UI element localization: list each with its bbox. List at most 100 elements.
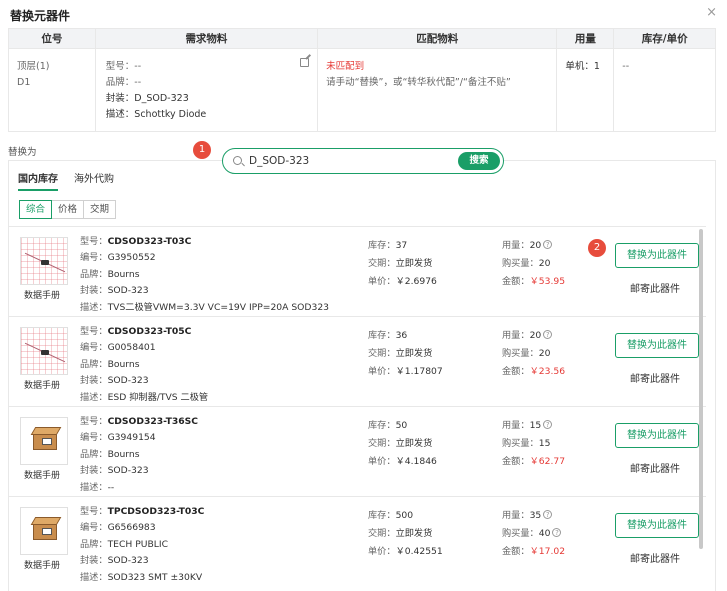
product-brand: 品牌：Bourns: [80, 358, 140, 370]
product-qty-info: 用量：20? 购买量：20 金额：￥23.56: [502, 327, 565, 381]
tab-domestic-stock[interactable]: 国内库存: [18, 170, 58, 191]
mail-this-part-button[interactable]: 邮寄此器件: [630, 280, 680, 295]
product-package: 封装：SOD-323: [80, 555, 149, 567]
info-icon[interactable]: ?: [543, 330, 553, 339]
datasheet-link[interactable]: 数据手册: [24, 468, 60, 481]
product-model: 型号：CDSOD323-T03C: [80, 236, 192, 247]
unit-price: 单价：￥2.6976: [368, 276, 437, 287]
replace-with-this-button[interactable]: 替换为此器件: [615, 423, 699, 448]
product-package: 封装：SOD-323: [80, 375, 149, 387]
usage-qty: 用量：15?: [502, 417, 565, 435]
header-usage: 用量: [557, 29, 615, 48]
match-status: 未匹配到: [326, 61, 365, 72]
product-desc: 描述：--: [80, 481, 115, 493]
stock-count: 库存：36: [368, 330, 408, 341]
mail-this-part-button[interactable]: 邮寄此器件: [630, 460, 680, 475]
sort-options: 综合 价格 交期: [19, 200, 117, 219]
sort-overall[interactable]: 综合: [19, 200, 53, 219]
edit-icon[interactable]: [300, 58, 310, 67]
product-model: 型号：CDSOD323-T36SC: [80, 416, 199, 427]
product-brand: 品牌：TECH PUBLIC: [80, 538, 169, 550]
replace-with-this-button[interactable]: 替换为此器件: [615, 243, 699, 268]
match-hint: 请手动“替换”，或“转华秋代配”/“备注不贴”: [326, 77, 511, 88]
lead-time: 交期：立即发货: [368, 528, 433, 539]
candidate-list: 数据手册 型号：CDSOD323-T03C 编号：G3950552 品牌：Bou…: [8, 226, 706, 586]
dialog-title: 替换元器件: [10, 9, 71, 23]
step-badge-2: 2: [588, 239, 606, 257]
usage-text: 单机：1: [565, 61, 600, 72]
cell-location: 顶层(1) D1: [9, 49, 96, 131]
stock-count: 库存：50: [368, 420, 408, 431]
product-model: 型号：CDSOD323-T05C: [80, 326, 192, 337]
info-icon[interactable]: ?: [543, 510, 553, 519]
cell-match: 未匹配到 请手动“替换”，或“转华秋代配”/“备注不贴”: [318, 49, 558, 131]
product-brand: 品牌：Bourns: [80, 448, 140, 460]
product-info: 型号：CDSOD323-T03C 编号：G3950552 品牌：Bourns 封…: [80, 234, 329, 316]
unit-price: 单价：￥0.42551: [368, 546, 443, 557]
bom-table: 位号 需求物料 匹配物料 用量 库存/单价 顶层(1) D1 型号：-- 品牌：…: [8, 28, 716, 132]
close-icon[interactable]: ×: [706, 5, 717, 20]
product-image[interactable]: [20, 417, 68, 465]
cell-usage: 单机：1: [557, 49, 615, 131]
lead-time: 交期：立即发货: [368, 258, 433, 269]
product-package: 封装：SOD-323: [80, 465, 149, 477]
sort-price[interactable]: 价格: [51, 200, 85, 219]
buy-qty: 购买量：40?: [502, 525, 565, 543]
bom-table-header: 位号 需求物料 匹配物料 用量 库存/单价: [9, 29, 715, 49]
datasheet-link[interactable]: 数据手册: [24, 288, 60, 301]
designator-text: D1: [17, 77, 31, 88]
list-item: 数据手册 型号：TPCDSOD323-T03C 编号：G6566983 品牌：T…: [8, 496, 706, 586]
product-code: 编号：G3950552: [80, 252, 156, 264]
stock-price-text: --: [622, 61, 630, 72]
product-stock-info: 库存：37 交期：立即发货 单价：￥2.6976: [368, 237, 437, 291]
amount: 金额：￥62.77: [502, 456, 566, 467]
tab-overseas-purchase[interactable]: 海外代购: [74, 170, 114, 191]
list-item: 数据手册 型号：CDSOD323-T05C 编号：G0058401 品牌：Bou…: [8, 316, 706, 406]
product-info: 型号：CDSOD323-T36SC 编号：G3949154 品牌：Bourns …: [80, 414, 198, 496]
product-desc: 描述：TVS二极管VWM=3.3V VC=19V IPP=20A SOD323: [80, 301, 330, 313]
search-button[interactable]: 搜索: [458, 152, 500, 170]
info-icon[interactable]: ?: [543, 240, 553, 249]
required-package: 封装：D_SOD-323: [105, 93, 189, 104]
product-brand: 品牌：Bourns: [80, 268, 140, 280]
cell-stock-price: --: [614, 49, 715, 131]
info-icon[interactable]: ?: [543, 420, 553, 429]
product-image[interactable]: [20, 327, 68, 375]
product-info: 型号：CDSOD323-T05C 编号：G0058401 品牌：Bourns 封…: [80, 324, 208, 406]
product-qty-info: 用量：20? 购买量：20 金额：￥53.95: [502, 237, 565, 291]
bom-table-row: 顶层(1) D1 型号：-- 品牌：-- 封装：D_SOD-323 描述：Sch…: [9, 49, 715, 131]
amount: 金额：￥23.56: [502, 366, 566, 377]
sort-lead-time[interactable]: 交期: [83, 200, 117, 219]
stock-count: 库存：37: [368, 240, 408, 251]
list-scrollbar[interactable]: [699, 229, 703, 549]
amount: 金额：￥53.95: [502, 276, 566, 287]
datasheet-link[interactable]: 数据手册: [24, 378, 60, 391]
replace-with-this-button[interactable]: 替换为此器件: [615, 333, 699, 358]
required-desc: 描述：Schottky Diode: [105, 109, 207, 120]
product-desc: 描述：SOD323 SMT ±30KV: [80, 571, 203, 583]
usage-qty: 用量：20?: [502, 327, 565, 345]
mail-this-part-button[interactable]: 邮寄此器件: [630, 370, 680, 385]
header-stock-price: 库存/单价: [641, 33, 688, 45]
product-image[interactable]: [20, 237, 68, 285]
search-input[interactable]: [249, 153, 449, 169]
stock-count: 库存：500: [368, 510, 414, 521]
buy-qty: 购买量：20: [502, 348, 551, 359]
mail-this-part-button[interactable]: 邮寄此器件: [630, 550, 680, 565]
product-code: 编号：G6566983: [80, 522, 156, 534]
unit-price: 单价：￥1.17807: [368, 366, 443, 377]
product-info: 型号：TPCDSOD323-T03C 编号：G6566983 品牌：TECH P…: [80, 504, 204, 586]
location-text: 顶层(1): [17, 61, 50, 72]
product-model: 型号：TPCDSOD323-T03C: [80, 506, 205, 517]
datasheet-link[interactable]: 数据手册: [24, 558, 60, 571]
header-required: 需求物料: [96, 29, 319, 48]
product-qty-info: 用量：35? 购买量：40? 金额：￥17.02: [502, 507, 565, 561]
search-icon: [233, 156, 242, 165]
product-stock-info: 库存：500 交期：立即发货 单价：￥0.42551: [368, 507, 443, 561]
product-stock-info: 库存：36 交期：立即发货 单价：￥1.17807: [368, 327, 443, 381]
replace-with-this-button[interactable]: 替换为此器件: [615, 513, 699, 538]
buy-qty: 购买量：15: [502, 438, 551, 449]
unit-price: 单价：￥4.1846: [368, 456, 437, 467]
info-icon[interactable]: ?: [552, 528, 562, 537]
product-image[interactable]: [20, 507, 68, 555]
